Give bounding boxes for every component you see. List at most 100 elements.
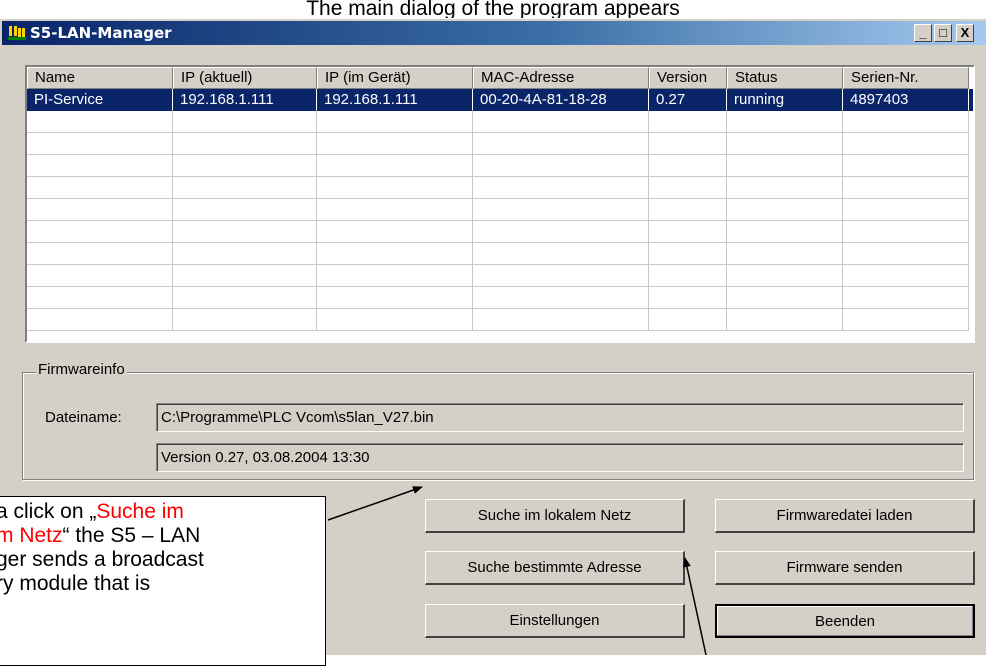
empty-table-row [27,287,973,309]
empty-table-row [27,221,973,243]
empty-cell [473,133,649,155]
empty-cell [173,133,317,155]
empty-cell [649,265,727,287]
version-field: Version 0.27, 03.08.2004 13:30 [156,443,964,472]
minimize-button[interactable]: _ [914,24,932,42]
empty-cell [649,155,727,177]
empty-table-row [27,199,973,221]
firmwareinfo-legend: Firmwareinfo [36,360,127,380]
column-header-serial[interactable]: Serien-Nr. [843,67,969,89]
empty-cell [317,309,473,331]
empty-table-row [27,309,973,331]
empty-cell [173,155,317,177]
column-header-version[interactable]: Version [649,67,727,89]
exit-button[interactable]: Beenden [715,604,975,638]
filename-field: C:\Programme\PLC Vcom\s5lan_V27.bin [156,403,964,432]
empty-cell [843,111,969,133]
maximize-icon: □ [939,25,947,40]
empty-cell [727,309,843,331]
empty-cell [649,133,727,155]
empty-table-row [27,265,973,287]
search-local-network-button[interactable]: Suche im lokalem Netz [425,499,685,533]
empty-cell [727,265,843,287]
search-address-button[interactable]: Suche bestimmte Adresse [425,551,685,585]
empty-cell [27,133,173,155]
empty-table-row [27,111,973,133]
column-header-status[interactable]: Status [727,67,843,89]
empty-cell [649,221,727,243]
empty-table-row [27,177,973,199]
empty-cell [173,199,317,221]
empty-cell [649,111,727,133]
empty-cell [173,111,317,133]
close-button[interactable]: X [956,24,974,42]
empty-cell [27,199,173,221]
empty-cell [27,243,173,265]
empty-table-row [27,155,973,177]
app-icon [8,26,26,40]
empty-cell [843,155,969,177]
empty-cell [173,309,317,331]
settings-button[interactable]: Einstellungen [425,604,685,638]
empty-cell [473,155,649,177]
empty-cell [173,177,317,199]
empty-cell [317,199,473,221]
window-title: S5-LAN-Manager [30,24,172,42]
empty-cell [473,309,649,331]
page-caption: The main dialog of the program appears [306,0,680,18]
annotation-line-2: m Netz“ the S5 – LAN [0,524,336,548]
annotation-line-4: ry module that is [0,572,151,595]
empty-cell [843,243,969,265]
empty-cell [317,221,473,243]
empty-cell [473,243,649,265]
empty-cell [649,199,727,221]
annotation-line-2-red: m Netz [0,524,63,547]
empty-cell [317,111,473,133]
empty-cell [843,265,969,287]
column-header-name[interactable]: Name [27,67,173,89]
empty-table-row [27,243,973,265]
empty-cell [173,221,317,243]
close-icon: X [960,25,970,40]
minimize-icon: _ [919,25,927,40]
cell-ip-device: 192.168.1.111 [317,89,473,111]
annotation-line-3: ger sends a broadcast [0,548,204,571]
device-list[interactable]: Name IP (aktuell) IP (im Gerät) MAC-Adre… [25,65,975,343]
empty-cell [473,287,649,309]
cell-name: PI-Service [27,89,173,111]
empty-cell [843,287,969,309]
column-header-ip-device[interactable]: IP (im Gerät) [317,67,473,89]
load-firmware-file-button[interactable]: Firmwaredatei laden [715,499,975,533]
empty-cell [649,243,727,265]
empty-cell [649,177,727,199]
empty-cell [27,287,173,309]
empty-cell [473,177,649,199]
filename-label: Dateiname: [45,409,122,426]
empty-cell [173,243,317,265]
empty-cell [843,133,969,155]
empty-cell [727,111,843,133]
cell-version: 0.27 [649,89,727,111]
empty-cell [727,221,843,243]
empty-cell [317,243,473,265]
annotation-line-1-red: Suche im [96,500,184,523]
empty-cell [727,155,843,177]
empty-cell [173,287,317,309]
empty-cell [473,111,649,133]
send-firmware-button[interactable]: Firmware senden [715,551,975,585]
annotation-callout-text: a click on „Suche im m Netz“ the S5 – LA… [0,500,336,596]
empty-cell [843,309,969,331]
table-row[interactable]: PI-Service 192.168.1.111 192.168.1.111 0… [27,89,973,111]
empty-cell [173,265,317,287]
empty-cell [27,155,173,177]
maximize-button[interactable]: □ [934,24,952,42]
cell-status: running [727,89,843,111]
empty-cell [27,309,173,331]
column-header-mac[interactable]: MAC-Adresse [473,67,649,89]
empty-cell [317,287,473,309]
empty-cell [649,287,727,309]
empty-cell [727,287,843,309]
empty-cell [317,155,473,177]
empty-cell [727,133,843,155]
column-header-ip-current[interactable]: IP (aktuell) [173,67,317,89]
